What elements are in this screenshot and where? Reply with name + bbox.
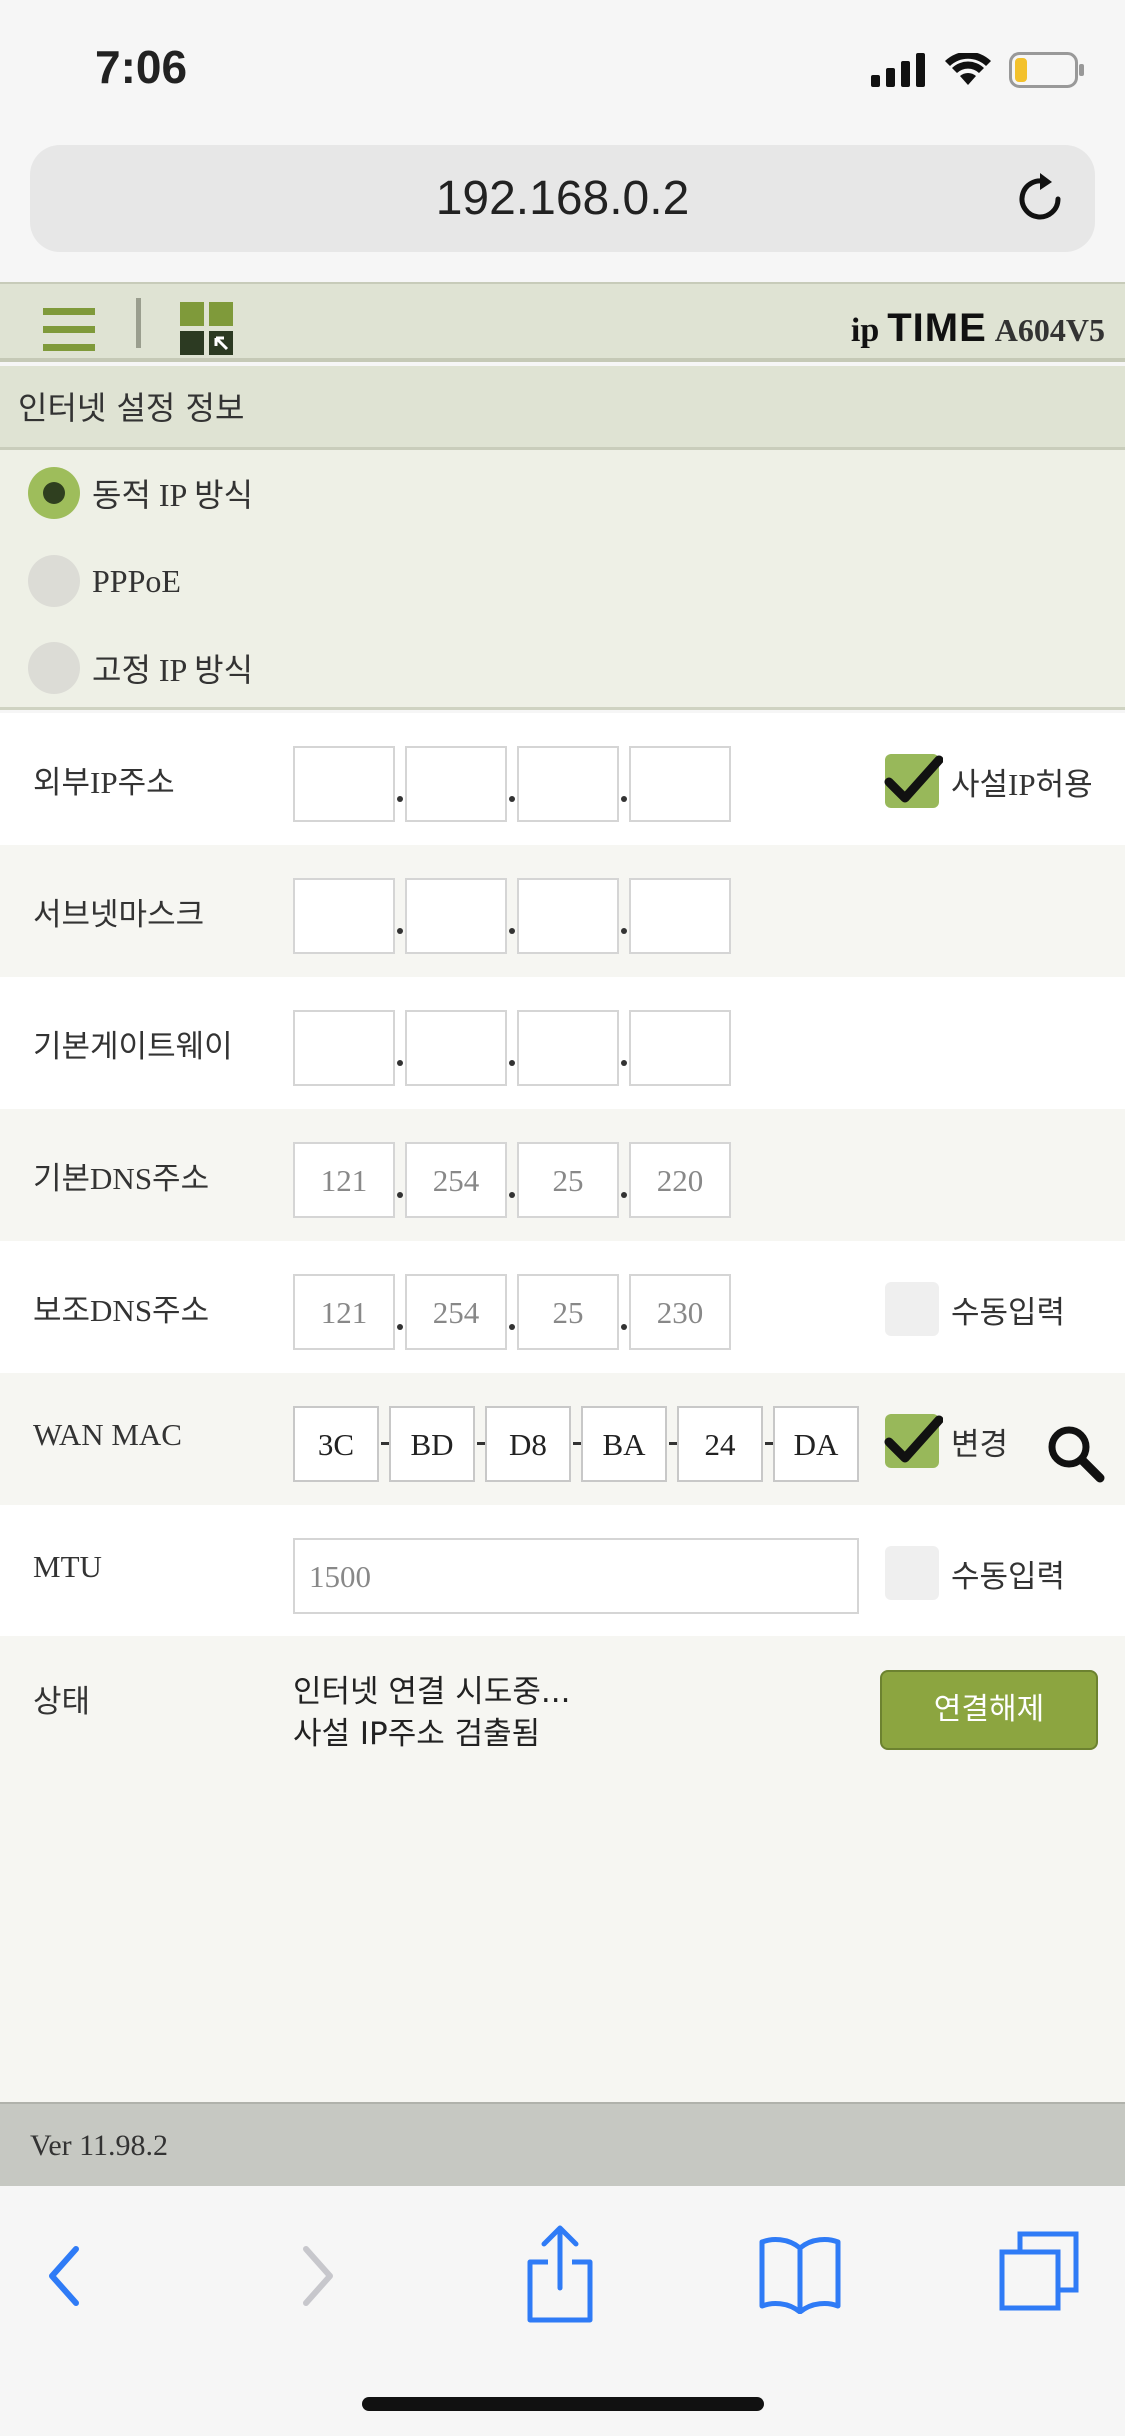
ip-octet-2[interactable] <box>405 1010 507 1086</box>
row-subnet-mask: 서브넷마스크 <box>0 845 1125 977</box>
brand-time: TIME <box>887 306 987 350</box>
search-icon[interactable] <box>1045 1423 1105 1483</box>
mac-part-4[interactable]: BA <box>581 1406 667 1482</box>
ip-octet-4[interactable] <box>629 878 731 954</box>
checkmark-icon <box>884 755 943 803</box>
address-bar[interactable]: 192.168.0.2 <box>30 145 1095 252</box>
gateway-label: 기본게이트웨이 <box>33 1029 233 1064</box>
ip-octet-4[interactable] <box>629 746 731 822</box>
external-ip-label: 외부IP주소 <box>33 765 175 800</box>
mtu-manual-label: 수동입력 <box>951 1558 1066 1594</box>
radio-dynamic-ip[interactable]: 동적 IP 방식 <box>28 465 253 521</box>
ip-octet-3[interactable]: 25 <box>517 1274 619 1350</box>
status-message-private-ip: 사설 IP주소 검출됨 <box>293 1716 541 1752</box>
allow-private-ip-option[interactable]: 사설IP허용 <box>884 753 1093 809</box>
ip-octet-1[interactable]: 121 <box>293 1274 395 1350</box>
back-icon[interactable] <box>40 2241 90 2311</box>
allow-private-ip-label: 사설IP허용 <box>951 766 1093 802</box>
mac-part-6[interactable]: DA <box>773 1406 859 1482</box>
ip-octet-2[interactable] <box>405 746 507 822</box>
radio-static-ip[interactable]: 고정 IP 방식 <box>28 640 253 696</box>
radio-button[interactable] <box>28 642 80 694</box>
battery-low-icon <box>1009 52 1084 88</box>
mac-change-option[interactable]: 변경 <box>884 1413 1009 1469</box>
row-wan-mac: WAN MAC 3C BD D8 BA 24 DA 변경 <box>0 1373 1125 1505</box>
radio-pppoe[interactable]: PPPoE <box>28 553 181 609</box>
header-divider <box>136 298 141 348</box>
ip-octet-2[interactable]: 254 <box>405 1274 507 1350</box>
section-title: 인터넷 설정 정보 <box>0 366 1125 450</box>
tabs-icon[interactable] <box>998 2230 1082 2314</box>
mac-part-5[interactable]: 24 <box>677 1406 763 1482</box>
dns-primary-label: 기본DNS주소 <box>33 1161 210 1196</box>
radio-button[interactable] <box>28 555 80 607</box>
radio-button[interactable] <box>28 467 80 519</box>
radio-label: PPPoE <box>92 562 181 599</box>
ip-octet-1[interactable] <box>293 746 395 822</box>
mac-part-2[interactable]: BD <box>389 1406 475 1482</box>
ip-octet-2[interactable] <box>405 878 507 954</box>
ip-octet-2[interactable]: 254 <box>405 1142 507 1218</box>
wan-mac-label: WAN MAC <box>33 1417 182 1452</box>
brand-logo: ip TIME A604V5 <box>851 306 1105 352</box>
disconnect-button[interactable]: 연결해제 <box>880 1670 1098 1750</box>
ip-octet-4[interactable] <box>629 1010 731 1086</box>
row-status: 상태 인터넷 연결 시도중... 사설 IP주소 검출됨 연결해제 <box>0 1636 1125 2102</box>
home-indicator[interactable] <box>362 2397 764 2411</box>
row-external-ip: 외부IP주소 사설IP허용 <box>0 713 1125 845</box>
subnet-mask-label: 서브넷마스크 <box>33 897 205 932</box>
hamburger-menu-icon[interactable] <box>43 308 95 352</box>
forward-icon[interactable] <box>292 2241 342 2311</box>
row-dns-primary: 기본DNS주소 121 254 25 220 <box>0 1109 1125 1241</box>
ip-octet-3[interactable]: 25 <box>517 1142 619 1218</box>
mac-change-label: 변경 <box>951 1426 1009 1462</box>
row-mtu: MTU 1500 수동입력 <box>0 1505 1125 1637</box>
ip-octet-3[interactable] <box>517 878 619 954</box>
row-dns-secondary: 보조DNS주소 121 254 25 230 수동입력 <box>0 1241 1125 1373</box>
ip-octet-1[interactable] <box>293 878 395 954</box>
radio-label: 동적 IP 방식 <box>92 477 254 513</box>
status-bar: 7:06 <box>0 0 1125 140</box>
router-header: ip TIME A604V5 <box>0 282 1125 362</box>
reload-icon[interactable] <box>1010 169 1070 229</box>
mtu-label: MTU <box>33 1549 102 1584</box>
share-icon[interactable] <box>520 2224 600 2324</box>
status-message-connecting: 인터넷 연결 시도중... <box>293 1674 571 1710</box>
ip-octet-3[interactable] <box>517 1010 619 1086</box>
checkmark-icon <box>884 1415 943 1463</box>
mtu-input[interactable]: 1500 <box>293 1538 859 1614</box>
mac-change-checkbox[interactable] <box>884 1414 943 1468</box>
ip-octet-4[interactable]: 230 <box>629 1274 731 1350</box>
ip-octet-1[interactable]: 121 <box>293 1142 395 1218</box>
mac-part-3[interactable]: D8 <box>485 1406 571 1482</box>
dns-manual-option[interactable]: 수동입력 <box>885 1281 1065 1337</box>
wifi-icon <box>945 53 991 85</box>
dns-secondary-label: 보조DNS주소 <box>33 1293 210 1328</box>
mac-part-1[interactable]: 3C <box>293 1406 379 1482</box>
brand-ip: ip <box>850 312 880 349</box>
ip-octet-1[interactable] <box>293 1010 395 1086</box>
connection-type-group: 동적 IP 방식 PPPoE 고정 IP 방식 <box>0 450 1125 710</box>
radio-label: 고정 IP 방식 <box>92 652 254 688</box>
brand-model: A604V5 <box>994 312 1105 348</box>
dns-manual-label: 수동입력 <box>951 1294 1066 1330</box>
version-bar: Ver 11.98.2 <box>0 2102 1125 2186</box>
mtu-manual-option[interactable]: 수동입력 <box>885 1545 1065 1601</box>
status-icons <box>871 48 1085 92</box>
ip-octet-4[interactable]: 220 <box>629 1142 731 1218</box>
mtu-manual-checkbox[interactable] <box>885 1546 939 1600</box>
row-gateway: 기본게이트웨이 <box>0 977 1125 1109</box>
status-label: 상태 <box>33 1684 91 1719</box>
dashboard-grid-icon[interactable] <box>180 302 234 356</box>
allow-private-ip-checkbox[interactable] <box>884 754 943 808</box>
ip-octet-3[interactable] <box>517 746 619 822</box>
bookmarks-icon[interactable] <box>758 2234 842 2314</box>
url-text: 192.168.0.2 <box>435 172 690 225</box>
dns-manual-checkbox[interactable] <box>885 1282 939 1336</box>
cellular-signal-icon <box>871 53 925 87</box>
status-time: 7:06 <box>95 41 188 93</box>
